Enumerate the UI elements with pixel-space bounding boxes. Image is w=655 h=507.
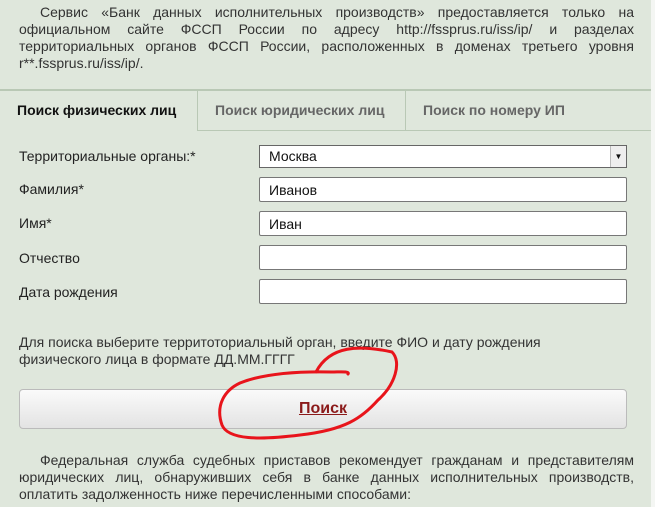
first-name-label: Имя* [19, 215, 52, 231]
birth-date-input[interactable] [259, 279, 627, 304]
search-button[interactable]: Поиск [19, 389, 627, 429]
search-hint: Для поиска выберите территоториальный ор… [19, 334, 541, 367]
search-button-label: Поиск [298, 400, 347, 417]
region-select[interactable]: Москва ▼ [259, 145, 627, 168]
recommendation-text: Федеральная служба судебных приставов ре… [19, 452, 634, 502]
birth-date-label: Дата рождения [19, 284, 118, 300]
chevron-down-icon[interactable]: ▼ [610, 146, 626, 167]
tab-legal-entities[interactable]: Поиск юридических лиц [197, 91, 405, 131]
tab-individuals[interactable]: Поиск физических лиц [0, 91, 197, 131]
region-label: Территориальные органы:* [19, 148, 196, 164]
last-name-input[interactable] [259, 177, 627, 202]
region-value: Москва [269, 148, 317, 164]
patronymic-label: Отчество [19, 250, 80, 266]
patronymic-input[interactable] [259, 245, 627, 270]
content-panel: Сервис «Банк данных исполнительных произ… [0, 0, 651, 507]
first-name-input[interactable] [259, 211, 627, 236]
last-name-label: Фамилия* [19, 181, 84, 197]
intro-text: Сервис «Банк данных исполнительных произ… [19, 4, 634, 71]
tab-ip-number[interactable]: Поиск по номеру ИП [405, 91, 651, 131]
